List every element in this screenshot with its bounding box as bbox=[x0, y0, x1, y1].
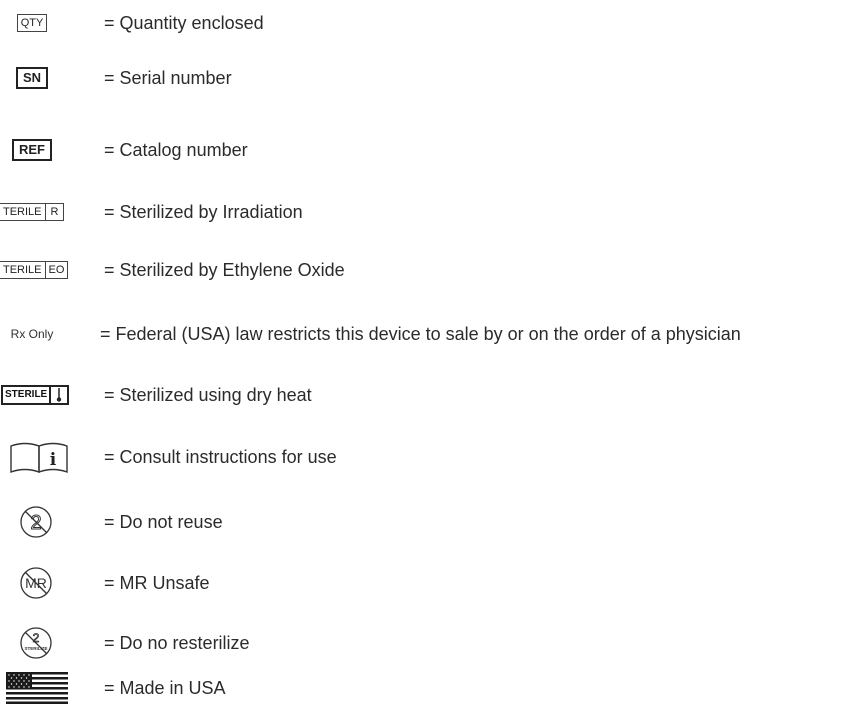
legend-row-dry-heat: STERILE = Sterilized using dry heat bbox=[0, 375, 867, 415]
dry-heat-label: STERILE bbox=[5, 389, 48, 400]
open-book-icon: i bbox=[10, 442, 68, 473]
legend-row-rx-only: Rx Only = Federal (USA) law restricts th… bbox=[0, 314, 867, 354]
us-flag-icon bbox=[6, 668, 68, 708]
mr-unsafe-icon: MR bbox=[18, 563, 54, 603]
serial-number-symbol: SN bbox=[6, 58, 58, 98]
no-resterilize-icon: 2 STERILIZE bbox=[20, 627, 52, 659]
sterile-r-method: R bbox=[44, 204, 64, 220]
sterile-r-text: TERILE bbox=[3, 206, 42, 218]
legend-row-mr-unsafe: MR = MR Unsafe bbox=[0, 563, 867, 603]
legend-row-serial-number: SN = Serial number bbox=[0, 58, 867, 98]
dry-heat-box: STERILE bbox=[1, 385, 70, 405]
sterile-eo-symbol: TERILE EO bbox=[0, 250, 96, 290]
made-in-usa-description: = Made in USA bbox=[104, 678, 226, 698]
sterile-eo-box: TERILE EO bbox=[0, 261, 69, 279]
legend-row-catalog-number: REF = Catalog number bbox=[0, 130, 867, 170]
sterile-r-symbol: TERILE R bbox=[0, 192, 96, 232]
rx-only-description: = Federal (USA) law restricts this devic… bbox=[100, 324, 741, 344]
legend-row-do-not-resterilize: 2 STERILIZE = Do no resterilize bbox=[0, 623, 867, 663]
do-not-reuse-icon: 2 bbox=[18, 502, 54, 542]
rx-only-label: Rx Only bbox=[10, 327, 54, 341]
dry-heat-description: = Sterilized using dry heat bbox=[104, 385, 312, 405]
consult-instructions-icon: i bbox=[6, 437, 72, 477]
legend-row-do-not-reuse: 2 = Do not reuse bbox=[0, 502, 867, 542]
legend-row-consult-instructions: i = Consult instructions for use bbox=[0, 437, 867, 477]
sterile-eo-method: EO bbox=[44, 262, 68, 278]
consult-instructions-description: = Consult instructions for use bbox=[104, 447, 337, 467]
no-reuse-glyph: 2 bbox=[30, 512, 41, 534]
serial-number-symbol-label: SN bbox=[15, 67, 49, 89]
sterilized-eo-description: = Sterilized by Ethylene Oxide bbox=[104, 260, 345, 280]
sterile-r-box: TERILE R bbox=[0, 203, 65, 221]
do-not-reuse-description: = Do not reuse bbox=[104, 512, 223, 532]
thermometer-icon bbox=[49, 387, 67, 403]
legend-row-sterilized-eo: TERILE EO = Sterilized by Ethylene Oxide bbox=[0, 250, 867, 290]
catalog-number-symbol-label: REF bbox=[12, 139, 52, 161]
legend-row-made-in-usa: = Made in USA bbox=[0, 668, 867, 708]
sterilized-irradiation-description: = Sterilized by Irradiation bbox=[104, 202, 303, 222]
serial-number-description: = Serial number bbox=[104, 68, 232, 88]
quantity-symbol-label: QTY bbox=[16, 14, 48, 32]
catalog-number-description: = Catalog number bbox=[104, 140, 248, 160]
quantity-symbol: QTY bbox=[6, 3, 58, 43]
do-not-resterilize-icon: 2 STERILIZE bbox=[18, 623, 54, 663]
do-not-resterilize-description: = Do no resterilize bbox=[104, 633, 250, 653]
no-mr-icon: MR bbox=[20, 567, 52, 599]
dry-heat-symbol: STERILE bbox=[0, 375, 90, 415]
legend-row-sterilized-irradiation: TERILE R = Sterilized by Irradiation bbox=[0, 192, 867, 232]
no-reuse-icon: 2 bbox=[20, 506, 52, 538]
rx-only-symbol: Rx Only bbox=[6, 314, 58, 354]
legend-row-quantity: QTY = Quantity enclosed bbox=[0, 3, 867, 43]
mr-unsafe-description: = MR Unsafe bbox=[104, 573, 210, 593]
catalog-number-symbol: REF bbox=[6, 130, 58, 170]
quantity-description: = Quantity enclosed bbox=[104, 13, 264, 33]
info-glyph: i bbox=[50, 450, 57, 470]
sterile-eo-text: TERILE bbox=[3, 264, 42, 276]
